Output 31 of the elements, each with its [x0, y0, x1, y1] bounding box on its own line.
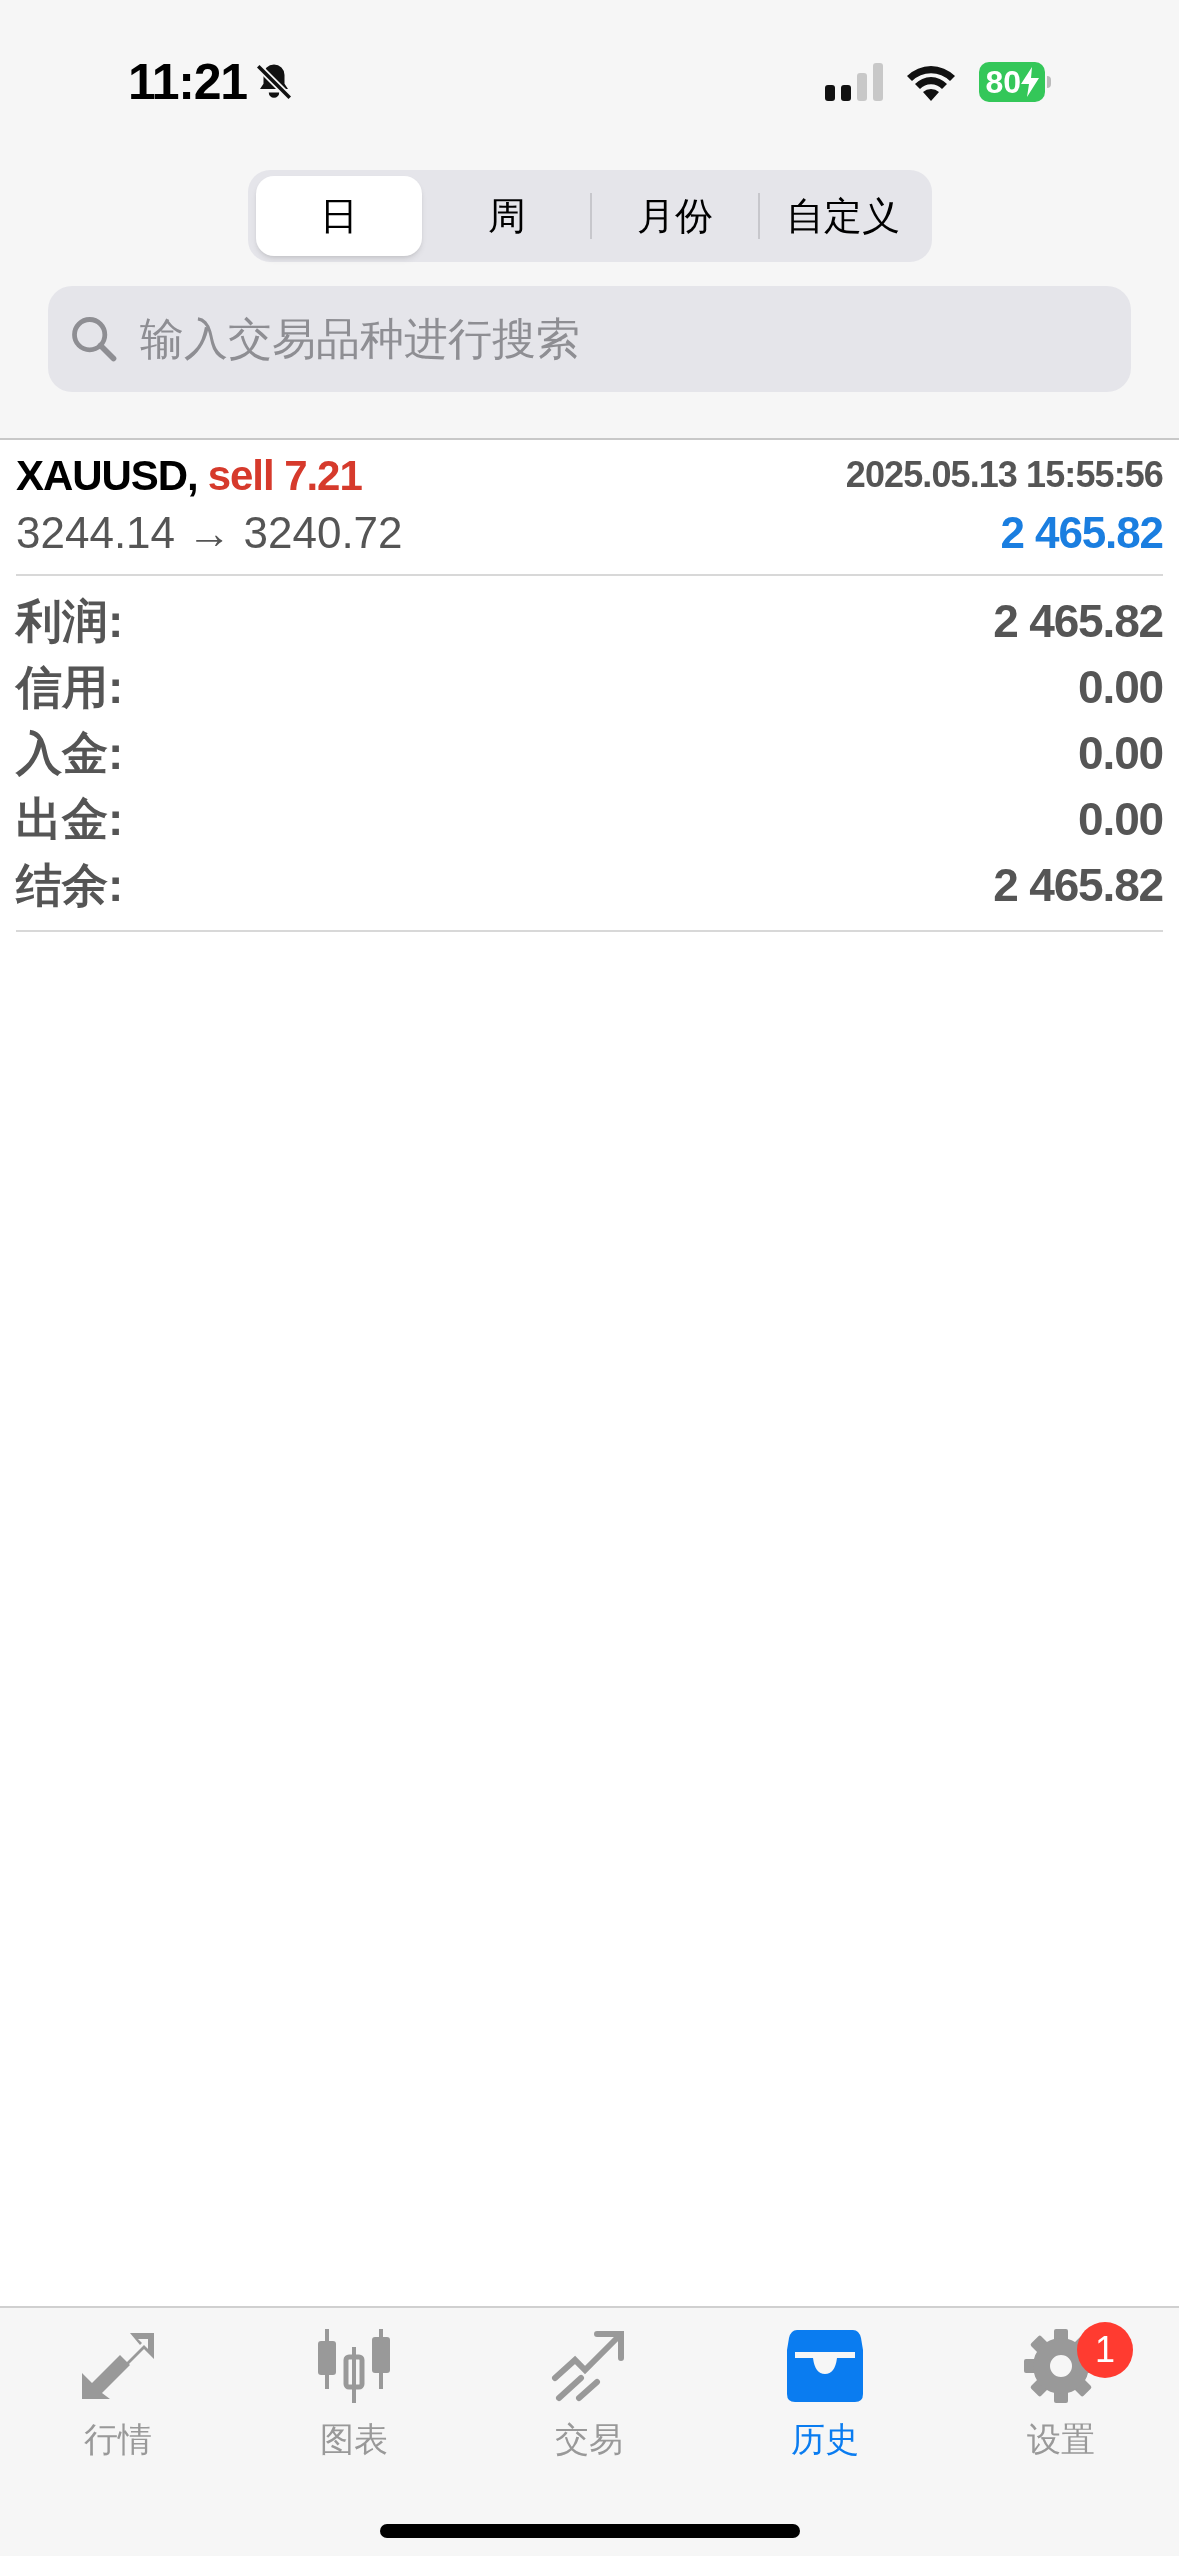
period-tab[interactable]: 周 [423, 176, 590, 256]
trade-profit: 2 465.82 [1000, 507, 1163, 559]
trade-side: sell 7.21 [207, 450, 362, 501]
tab-bar-item[interactable]: 历史 [725, 2326, 926, 2465]
trade-symbol: XAUUSD, [16, 450, 198, 501]
summary-label: 入金: [16, 725, 124, 781]
summary-label: 利润: [16, 593, 124, 649]
summary-value: 0.00 [1078, 725, 1163, 781]
period-tab[interactable]: 月份 [591, 176, 758, 256]
trade-time: 2025.05.13 15:55:56 [845, 453, 1163, 497]
period-tab[interactable]: 自定义 [759, 176, 926, 256]
tab-bar-item[interactable]: 交易 [489, 2326, 690, 2465]
wifi-icon [905, 63, 958, 101]
summary-value: 0.00 [1078, 791, 1163, 847]
summary-label: 结余: [16, 857, 124, 913]
notification-badge: 1 [1077, 2322, 1134, 2378]
tab-bar-item[interactable]: 行情 [17, 2326, 218, 2465]
battery-level: 80 [979, 62, 1045, 102]
search-field[interactable]: 输入交易品种进行搜索 [48, 286, 1131, 392]
summary-value: 2 465.82 [993, 593, 1163, 649]
trade-prices: 3244.14 → 3240.72 [16, 507, 403, 559]
inbox-tray-icon [787, 2330, 864, 2402]
period-tab[interactable]: 日 [255, 176, 422, 256]
candlestick-icon [315, 2329, 392, 2403]
summary-label: 出金: [16, 791, 124, 847]
summary-value: 2 465.82 [993, 857, 1163, 913]
summary-value: 0.00 [1078, 659, 1163, 715]
summary-label: 信用: [16, 659, 124, 715]
tab-bar-item[interactable]: 图表 [253, 2326, 454, 2465]
status-time: 11:21 [128, 52, 247, 112]
signal-icon [825, 63, 884, 101]
